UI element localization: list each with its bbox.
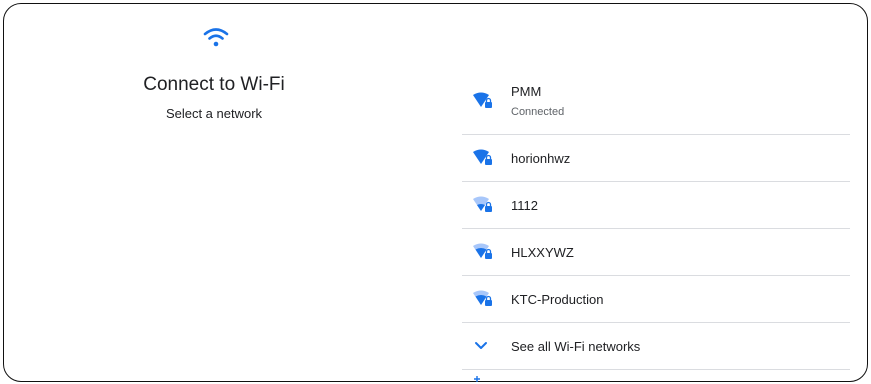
network-name: KTC-Production [511, 291, 604, 307]
wifi-lock-icon [473, 243, 492, 259]
network-item-hlxxywz[interactable]: HLXXYWZ [462, 229, 850, 276]
header-pane: Connect to Wi-Fi Select a network [4, 4, 424, 381]
add-network-icon [474, 376, 480, 382]
chevron-down-icon [475, 342, 487, 349]
network-item-horionhwz[interactable]: horionhwz [462, 135, 850, 182]
see-all-networks-button[interactable]: See all Wi-Fi networks [462, 323, 850, 370]
setup-window: Connect to Wi-Fi Select a network PMM Co… [3, 3, 868, 382]
network-name: horionhwz [511, 150, 571, 166]
wifi-lock-icon [473, 196, 492, 212]
wifi-icon [203, 28, 229, 47]
wifi-lock-icon [473, 149, 492, 165]
network-name: HLXXYWZ [511, 244, 574, 260]
network-item-ktc-production[interactable]: KTC-Production [462, 276, 850, 323]
see-all-label: See all Wi-Fi networks [511, 338, 641, 354]
page-subtitle: Select a network [165, 106, 263, 121]
network-item-1112[interactable]: 1112 [462, 182, 850, 229]
page-title: Connect to Wi-Fi [143, 74, 285, 95]
network-list: PMM Connected horionhwz 1112 HLXXYWZ KTC… [462, 68, 850, 370]
network-name: PMM [511, 84, 542, 99]
network-item-pmm[interactable]: PMM Connected [462, 68, 850, 135]
network-status: Connected [511, 106, 565, 118]
wifi-lock-icon [473, 290, 492, 306]
wifi-lock-icon [473, 92, 492, 108]
network-name: 1112 [511, 197, 538, 213]
